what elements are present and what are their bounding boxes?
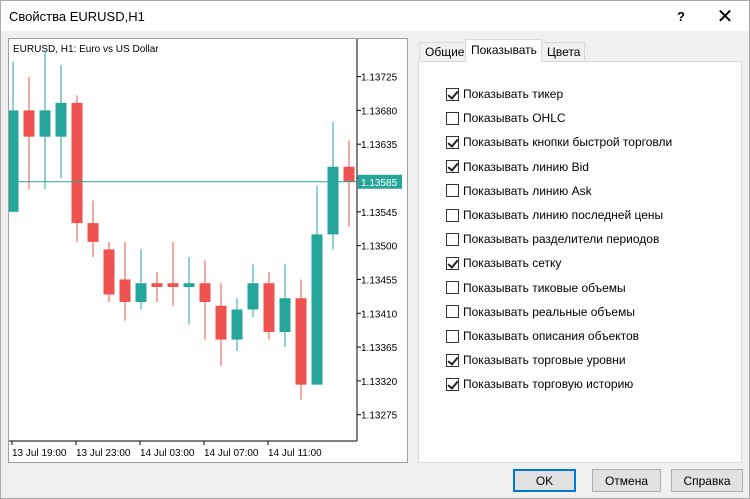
option-row[interactable]: Показывать линию последней цены — [446, 207, 663, 223]
option-row[interactable]: Показывать линию Ask — [446, 183, 592, 199]
option-label: Показывать торговую историю — [463, 377, 634, 392]
option-label: Показывать тиковые объемы — [463, 280, 626, 295]
option-checkbox[interactable] — [446, 256, 459, 270]
option-checkbox[interactable] — [446, 305, 459, 319]
candle-body — [55, 102, 67, 137]
option-label: Показывать линию последней цены — [463, 208, 664, 222]
option-label: Показывать тикер — [463, 87, 564, 101]
option-checkbox[interactable] — [446, 135, 459, 149]
y-tick-label: 1.13320 — [361, 377, 398, 388]
option-checkbox[interactable] — [446, 160, 459, 174]
y-tick-label: 1.13410 — [361, 309, 398, 320]
candle-body — [311, 234, 323, 385]
option-label: Показывать торговые уровни — [463, 353, 626, 368]
option-row[interactable]: Показывать линию Bid — [446, 159, 589, 175]
ok-button[interactable]: OK — [513, 469, 576, 492]
candlestick-chart: EURUSD, H1: Euro vs US Dollar 1.13725 1.13… — [9, 39, 402, 459]
current-price-label: 1.13585 — [361, 178, 398, 189]
option-label: Показывать кнопки быстрой торговли — [463, 135, 673, 150]
candle-body — [215, 305, 227, 340]
y-tick-label: 1.13680 — [361, 106, 398, 117]
properties-dialog: Свойства EURUSD,H1 ? ✕ EURUSD, H1: Euro … — [0, 0, 750, 499]
candle-body — [71, 102, 83, 224]
show-options-panel: Показывать тикер Показывать OHLC Показыват… — [418, 61, 742, 463]
option-label: Показывать реальные объемы — [463, 304, 635, 319]
option-checkbox[interactable] — [446, 87, 459, 101]
option-checkbox[interactable] — [446, 377, 459, 391]
candle-body — [39, 110, 51, 137]
option-label: Показывать разделители периодов — [463, 232, 660, 247]
candle-body — [119, 279, 131, 302]
option-checkbox[interactable] — [446, 208, 459, 222]
candle-body — [135, 283, 147, 302]
option-label: Показывать описания объектов — [463, 329, 640, 343]
option-row[interactable]: Показывать тикер — [446, 86, 563, 102]
candle-body — [247, 283, 259, 310]
y-tick-label: 1.13635 — [361, 140, 398, 151]
option-checkbox[interactable] — [446, 329, 459, 343]
x-tick-label: 14 Jul 03:00 — [140, 448, 195, 459]
option-label: Показывать сетку — [463, 256, 562, 271]
y-tick-label: 1.13545 — [361, 208, 398, 219]
option-row[interactable]: Показывать описания объектов — [446, 328, 639, 344]
option-row[interactable]: Показывать реальные объемы — [446, 304, 635, 320]
y-tick-label: 1.13455 — [361, 275, 398, 286]
candle-body — [231, 309, 243, 340]
candle-body — [343, 166, 355, 182]
close-icon[interactable]: ✕ — [703, 1, 747, 31]
option-checkbox[interactable] — [446, 232, 459, 246]
option-checkbox[interactable] — [446, 184, 459, 198]
option-row[interactable]: Показывать разделители периодов — [446, 231, 659, 247]
option-checkbox[interactable] — [446, 353, 459, 367]
y-tick-label: 1.13275 — [361, 411, 398, 422]
candle-body — [103, 249, 115, 295]
option-row[interactable]: Показывать OHLC — [446, 110, 566, 126]
candle-body — [279, 298, 291, 333]
option-row[interactable]: Показывать сетку — [446, 255, 561, 271]
y-tick-label: 1.13365 — [361, 343, 398, 354]
option-checkbox[interactable] — [446, 111, 459, 125]
candle-body — [183, 283, 195, 287]
tab-general[interactable]: Общие — [419, 42, 466, 62]
option-row[interactable]: Показывать кнопки быстрой торговли — [446, 134, 672, 150]
candle-body — [199, 283, 211, 302]
tab-colors[interactable]: Цвета — [541, 42, 585, 62]
tab-show[interactable]: Показывать — [465, 39, 542, 62]
help-button[interactable]: Справка — [671, 469, 743, 492]
option-label: Показывать линию Bid — [463, 159, 589, 174]
option-row[interactable]: Показывать тиковые объемы — [446, 280, 626, 296]
cancel-button[interactable]: Отмена — [592, 469, 661, 492]
help-icon[interactable]: ? — [659, 1, 703, 31]
y-tick-label: 1.13500 — [361, 242, 398, 253]
chart-preview: EURUSD, H1: Euro vs US Dollar 1.13725 1.13… — [8, 38, 408, 463]
x-tick-label: 13 Jul 19:00 — [12, 448, 67, 459]
option-row[interactable]: Показывать торговую историю — [446, 376, 633, 392]
candle-body — [87, 223, 99, 242]
candle-body — [327, 166, 339, 235]
x-tick-label: 13 Jul 23:00 — [76, 448, 131, 459]
x-tick-label: 14 Jul 11:00 — [268, 448, 322, 459]
candle-body — [295, 298, 307, 385]
candle-body — [151, 283, 163, 287]
y-tick-label: 1.13725 — [361, 73, 398, 84]
option-row[interactable]: Показывать торговые уровни — [446, 352, 626, 368]
chart-header: EURUSD, H1: Euro vs US Dollar — [13, 44, 159, 55]
title-bar: Свойства EURUSD,H1 ? ✕ — [1, 1, 749, 31]
option-label: Показывать линию Ask — [463, 183, 592, 198]
window-title: Свойства EURUSD,H1 — [9, 9, 145, 24]
x-tick-label: 14 Jul 07:00 — [204, 448, 259, 459]
candle-body — [167, 283, 179, 287]
option-checkbox[interactable] — [446, 281, 459, 295]
candle-body — [9, 110, 19, 212]
candle-body — [23, 110, 35, 137]
option-label: Показывать OHLC — [463, 111, 566, 126]
candle-body — [263, 283, 275, 333]
